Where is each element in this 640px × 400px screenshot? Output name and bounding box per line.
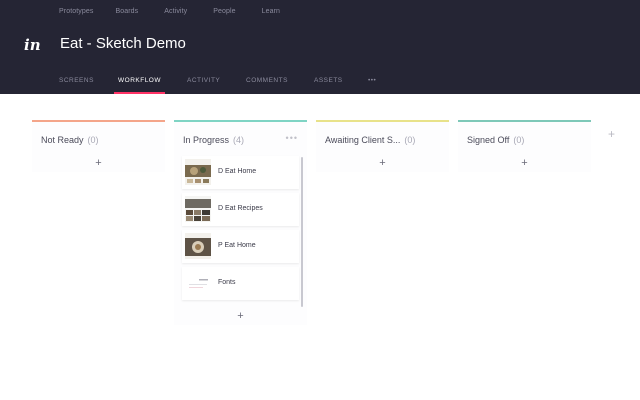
column-count: (4)	[233, 135, 245, 145]
column-title: Awaiting Client S... (0)	[325, 135, 416, 145]
column-header: Not Ready (0)	[32, 122, 165, 158]
card-label: Fonts	[218, 279, 236, 286]
column-count: (0)	[404, 135, 416, 145]
nav-activity[interactable]: Activity	[164, 8, 187, 15]
column-in-progress: In Progress (4) ••• D Eat Home D Eat Rec…	[174, 120, 307, 325]
invision-logo[interactable]: in	[24, 36, 41, 54]
screen-card[interactable]: Fonts	[182, 267, 299, 300]
project-title: Eat - Sketch Demo	[60, 35, 186, 52]
tab-comments[interactable]: COMMENTS	[246, 77, 288, 94]
nav-people[interactable]: People	[213, 8, 235, 15]
add-screen-button[interactable]: +	[174, 310, 307, 322]
more-tabs-icon[interactable]: •••	[368, 77, 376, 94]
add-screen-button[interactable]: +	[32, 157, 165, 169]
column-awaiting-client: Awaiting Client S... (0) +	[316, 120, 449, 172]
recipe-grid-thumbnail	[185, 196, 211, 222]
nav-learn[interactable]: Learn	[262, 8, 280, 15]
nav-boards[interactable]: Boards	[115, 8, 138, 15]
add-screen-button[interactable]: +	[458, 157, 591, 169]
column-menu-icon[interactable]: •••	[286, 133, 298, 143]
column-header: Awaiting Client S... (0)	[316, 122, 449, 158]
tab-activity[interactable]: ACTIVITY	[187, 77, 220, 94]
food-photo-thumbnail	[185, 233, 211, 259]
card-label: D Eat Recipes	[218, 205, 263, 212]
tab-assets[interactable]: ASSETS	[314, 77, 343, 94]
column-count: (0)	[513, 135, 525, 145]
food-photo-thumbnail	[185, 159, 211, 185]
column-title: Not Ready (0)	[41, 135, 99, 145]
column-title: In Progress (4)	[183, 135, 245, 145]
card-label: P Eat Home	[218, 242, 256, 249]
add-column-button[interactable]: +	[608, 127, 615, 141]
screen-card[interactable]: D Eat Home	[182, 156, 299, 189]
column-count: (0)	[87, 135, 99, 145]
add-screen-button[interactable]: +	[316, 157, 449, 169]
column-header: In Progress (4) •••	[174, 122, 307, 158]
column-scrollbar[interactable]	[301, 157, 303, 307]
nav-prototypes[interactable]: Prototypes	[59, 8, 93, 15]
card-label: D Eat Home	[218, 168, 257, 175]
screen-card[interactable]: D Eat Recipes	[182, 193, 299, 226]
tab-screens[interactable]: SCREENS	[59, 77, 94, 94]
screen-card[interactable]: P Eat Home	[182, 230, 299, 263]
column-title: Signed Off (0)	[467, 135, 525, 145]
column-signed-off: Signed Off (0) +	[458, 120, 591, 172]
fonts-page-thumbnail	[185, 270, 211, 296]
column-header: Signed Off (0)	[458, 122, 591, 158]
app-header: Prototypes Boards Activity People Learn …	[0, 0, 640, 94]
tab-workflow[interactable]: WORKFLOW	[114, 77, 165, 94]
top-nav: Prototypes Boards Activity People Learn	[59, 8, 306, 15]
column-not-ready: Not Ready (0) +	[32, 120, 165, 172]
